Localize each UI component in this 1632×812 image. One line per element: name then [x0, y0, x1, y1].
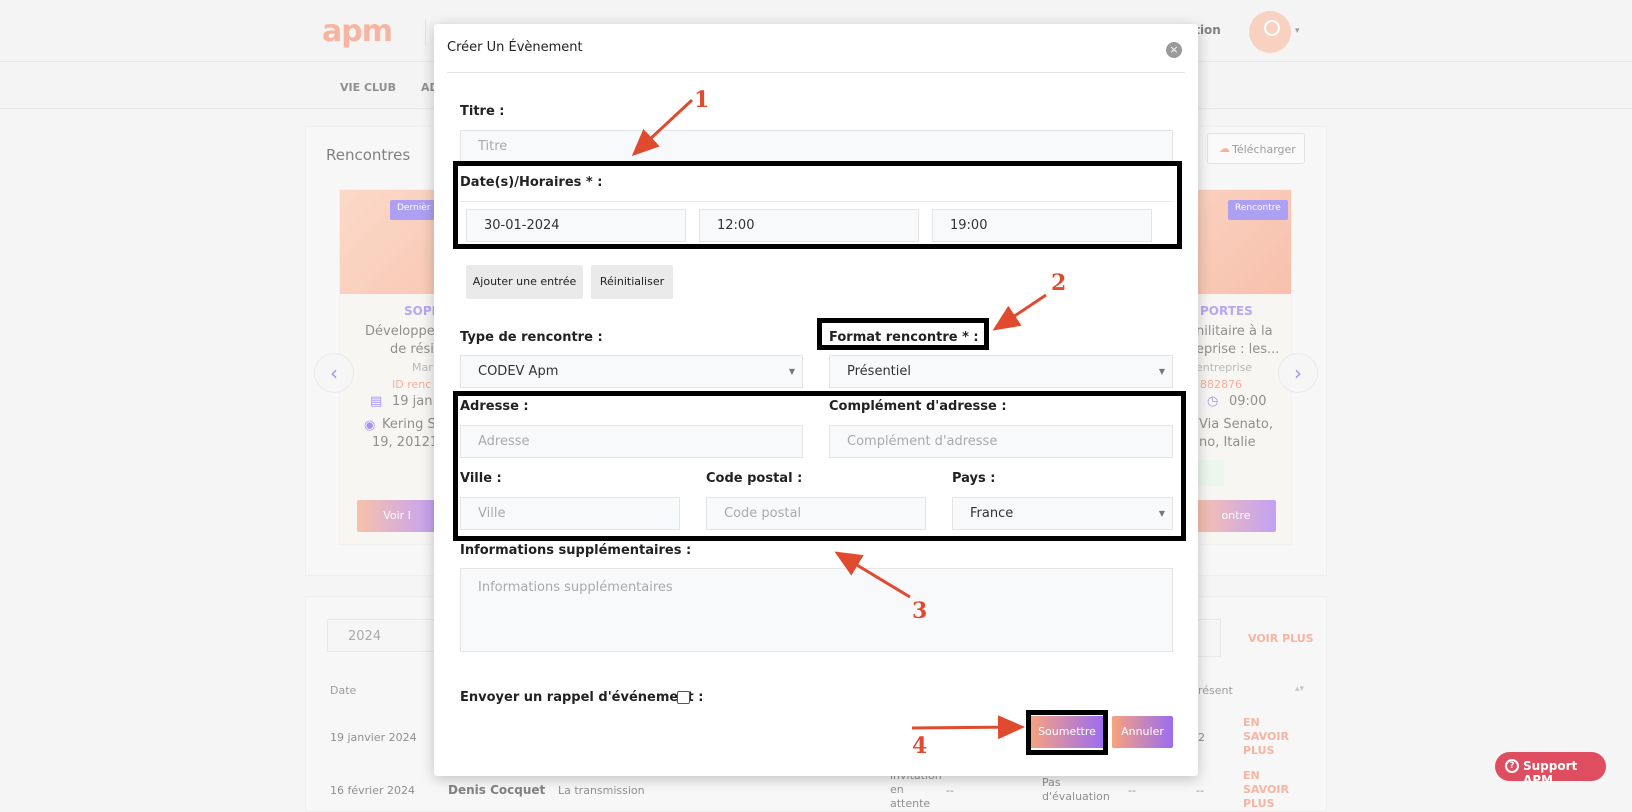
arrow-1	[631, 98, 694, 157]
arrow-4	[911, 715, 1025, 740]
annotation-number-2: 2	[1051, 270, 1067, 296]
annotation-arrows	[631, 98, 1047, 740]
annotation-number-3: 3	[912, 598, 928, 624]
annotation-number-1: 1	[694, 87, 710, 113]
arrow-2	[992, 293, 1047, 331]
annotation-number-4: 4	[912, 733, 928, 759]
arrow-3	[834, 551, 911, 599]
